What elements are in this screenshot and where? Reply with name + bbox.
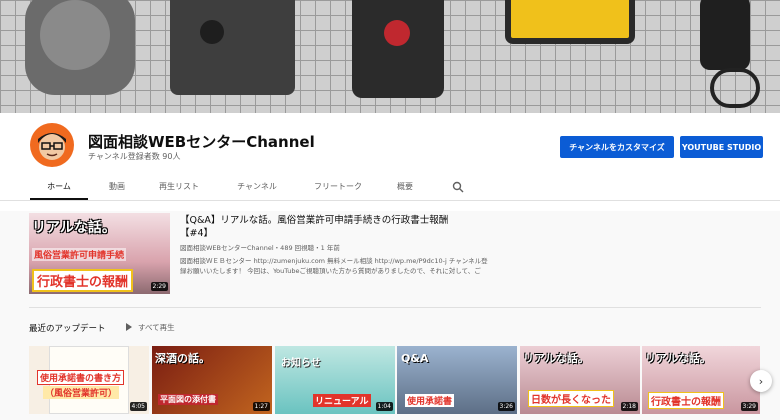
featured-video-thumbnail[interactable]: リアルな話。 風俗営業許可申請手続 行政書士の報酬 2:29 xyxy=(29,213,170,294)
banner-device-tape xyxy=(505,0,635,44)
thumbnail-text-1: リアルな話。 xyxy=(523,352,589,365)
thumbnail-text-1: Q&A xyxy=(401,352,429,365)
banner-device-rangefinder xyxy=(352,0,444,98)
tab-playlists[interactable]: 再生リスト xyxy=(150,178,208,200)
channel-banner xyxy=(0,0,780,113)
video-thumbnail[interactable]: お知らせ リニューアル 1:04 xyxy=(275,346,395,414)
video-duration: 2:18 xyxy=(620,402,638,411)
featured-title-line1: 【Q&A】リアルな話。風俗営業許可申請手続きの行政書士報酬 xyxy=(180,215,449,226)
tab-about[interactable]: 概要 xyxy=(387,178,423,200)
video-duration: 2:29 xyxy=(150,282,168,291)
avatar-face-icon xyxy=(38,133,66,160)
channel-tabs: ホーム 動画 再生リスト チャンネル フリートーク 概要 xyxy=(0,178,780,200)
tab-videos[interactable]: 動画 xyxy=(97,178,137,200)
thumbnail-text-top: リアルな話。 xyxy=(32,220,116,236)
thumbnail-text-2: 平面図の添付書 xyxy=(158,394,218,405)
video-thumbnail[interactable]: 使用承諾書の書き方 （風俗営業許可） 4:05 xyxy=(29,346,149,414)
featured-video-meta: 図面相談WEBセンターChannel・489 回視聴・1 年前 xyxy=(180,244,340,252)
video-thumbnail[interactable]: 深酒の話。 平面図の添付書 1:27 xyxy=(152,346,272,414)
chevron-right-icon[interactable]: › xyxy=(750,370,772,392)
tab-home[interactable]: ホーム xyxy=(30,178,88,200)
customize-channel-button[interactable]: チャンネルをカスタマイズ xyxy=(560,136,674,158)
video-duration: 3:29 xyxy=(740,402,758,411)
subscriber-count: チャンネル登録者数 90人 xyxy=(88,152,181,161)
thumbnail-text-1: 深酒の話。 xyxy=(155,352,210,365)
banner-device-meter-btn xyxy=(200,20,224,44)
youtube-studio-button[interactable]: YOUTUBE STUDIO xyxy=(680,136,763,158)
play-all-link[interactable]: すべて再生 xyxy=(126,322,175,333)
video-duration: 3:26 xyxy=(497,402,515,411)
thumbnail-text-2: リニューアル xyxy=(313,394,371,407)
banner-device-rangefinder-red xyxy=(384,20,410,46)
search-icon[interactable] xyxy=(446,178,470,200)
thumbnail-text-2: 行政書士の報酬 xyxy=(648,392,724,409)
thumbnail-text-2: 日数が長くなった xyxy=(528,390,614,407)
video-thumbnail[interactable]: リアルな話。 行政書士の報酬 3:29 xyxy=(642,346,760,414)
video-thumbnail[interactable]: リアルな話。 日数が長くなった 2:18 xyxy=(520,346,640,414)
play-all-label: すべて再生 xyxy=(138,323,175,332)
featured-video-title[interactable]: 【Q&A】リアルな話。風俗営業許可申請手続きの行政書士報酬 【#4】 xyxy=(180,214,580,240)
thumbnail-text-1: リアルな話。 xyxy=(645,352,711,365)
featured-desc-line2: 録お願いいたします！ 今回は、YouTubeご視聴頂いた方から質問がありましたの… xyxy=(180,267,481,275)
video-thumbnail[interactable]: Q&A 使用承諾書 3:26 xyxy=(397,346,517,414)
video-duration: 1:04 xyxy=(375,402,393,411)
thumbnail-text-bottom: 行政書士の報酬 xyxy=(32,269,134,292)
banner-device-meter xyxy=(170,0,295,95)
tab-free-talk[interactable]: フリートーク xyxy=(303,178,373,200)
video-duration: 1:27 xyxy=(252,402,270,411)
thumbnail-text-2: 使用承諾書 xyxy=(405,394,455,407)
thumbnail-text-mid: 風俗営業許可申請手続 xyxy=(32,248,127,261)
tab-channels[interactable]: チャンネル xyxy=(228,178,286,200)
section-divider xyxy=(29,307,761,308)
tabs-divider xyxy=(0,200,780,201)
banner-device-flashlight xyxy=(700,0,750,70)
thumbnail-text-2: （風俗営業許可） xyxy=(43,386,120,399)
featured-video-description: 図面相談ＷＥＢセンター http://zumenjuku.com 無料メール相談… xyxy=(180,256,530,276)
featured-title-line2: 【#4】 xyxy=(180,228,214,239)
channel-avatar[interactable] xyxy=(30,123,74,167)
thumbnail-text-1: お知らせ xyxy=(281,358,321,369)
channel-title: 図面相談WEBセンターChannel xyxy=(88,133,315,151)
play-icon xyxy=(126,323,132,331)
thumbnail-text-1: 使用承諾書の書き方 xyxy=(37,370,125,385)
banner-device-lightmeter-face xyxy=(40,0,110,70)
section-title: 最近のアップデート xyxy=(29,324,106,334)
featured-desc-line1: 図面相談ＷＥＢセンター http://zumenjuku.com 無料メール相談… xyxy=(180,257,488,265)
video-duration: 4:05 xyxy=(129,402,147,411)
banner-device-carabiner xyxy=(710,68,760,108)
